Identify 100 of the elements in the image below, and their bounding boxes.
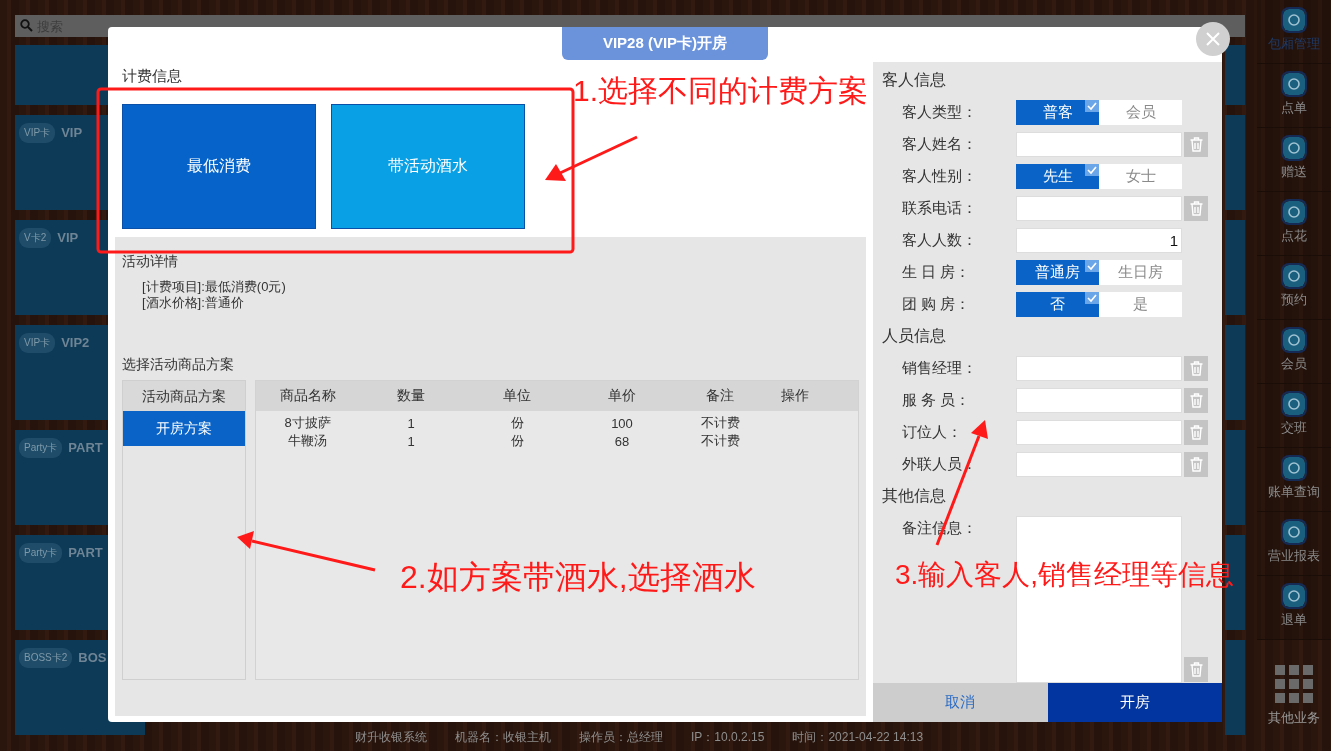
field-label: 客人类型： <box>902 102 978 122</box>
field-label: 客人人数： <box>902 230 978 250</box>
check-icon <box>1085 259 1099 272</box>
clear-button[interactable] <box>1184 131 1208 157</box>
room-name: PART <box>68 544 103 560</box>
cancel-button[interactable]: 取消 <box>873 683 1048 722</box>
sidebar-item[interactable]: 交班 <box>1257 384 1331 448</box>
column-header: 单价 <box>607 387 637 405</box>
input-field[interactable] <box>1016 355 1182 381</box>
toggle-option[interactable]: 普客 <box>1016 99 1099 125</box>
field-label: 外联人员： <box>902 454 978 474</box>
table-cell-text: 1 <box>406 433 416 449</box>
column-header: 操作 <box>780 387 810 405</box>
input-field[interactable]: 1 <box>1016 227 1182 253</box>
column-header: 备注 <box>705 387 735 405</box>
check-icon <box>1085 163 1099 176</box>
table-cell-text: 100 <box>610 415 634 431</box>
sidebar-item[interactable]: 会员 <box>1257 320 1331 384</box>
status-text: 财升收银系统 <box>355 728 427 746</box>
list-header: 活动商品方案 <box>123 381 245 411</box>
table-cell-text: 1 <box>406 415 416 431</box>
toggle-option[interactable]: 女士 <box>1099 163 1182 189</box>
column-header: 商品名称 <box>278 387 337 405</box>
section-heading: 客人信息 <box>881 70 947 90</box>
room-name: PART <box>68 439 103 455</box>
check-icon <box>1085 291 1099 304</box>
clear-button[interactable] <box>1184 419 1208 445</box>
toggle-option[interactable]: 否 <box>1016 291 1099 317</box>
more-button[interactable]: 其他业务 <box>1257 665 1331 751</box>
tile-icon <box>1283 265 1305 287</box>
clear-button[interactable] <box>1184 657 1208 682</box>
annotation-text: 1.选择不同的计费方案 <box>573 73 869 109</box>
toggle-option[interactable]: 生日房 <box>1099 259 1182 285</box>
toggle-option[interactable]: 是 <box>1099 291 1182 317</box>
tile-icon <box>1283 457 1305 479</box>
detail-text: [计费项目]:最低消费(0元) <box>142 279 287 295</box>
column-header: 数量 <box>396 387 426 405</box>
card-badge: Party卡 <box>19 543 63 563</box>
room-name: VIP <box>57 229 79 245</box>
trash-icon <box>1189 136 1203 152</box>
field-label: 生 日 房： <box>902 262 972 282</box>
input-field[interactable] <box>1016 419 1182 445</box>
close-icon <box>1206 32 1220 46</box>
field-label: 销售经理： <box>902 358 978 378</box>
room-name: VIP <box>61 124 83 140</box>
table-cell-text: 份 <box>509 432 525 450</box>
tile-icon <box>1283 521 1305 543</box>
input-field[interactable] <box>1016 451 1182 477</box>
toggle-option[interactable]: 先生 <box>1016 163 1099 189</box>
annotation-text: 2.如方案带酒水,选择酒水 <box>400 558 756 597</box>
sidebar-item[interactable]: 账单查询 <box>1257 448 1331 512</box>
trash-icon <box>1189 392 1203 408</box>
field-label: 客人性别： <box>902 166 978 186</box>
table-cell-text: 不计费 <box>699 432 741 450</box>
input-field[interactable] <box>1016 387 1182 413</box>
billing-plan-button[interactable]: 最低消费 <box>122 104 316 229</box>
billing-plan-button[interactable]: 带活动酒水 <box>331 104 525 229</box>
field-label: 联系电话： <box>902 198 978 218</box>
input-field[interactable] <box>1016 131 1182 157</box>
card-badge: VIP卡 <box>19 123 56 143</box>
sidebar-item[interactable]: 赠送 <box>1257 128 1331 192</box>
card-badge: Party卡 <box>19 438 63 458</box>
toggle-option[interactable]: 会员 <box>1099 99 1182 125</box>
room-name: BOS <box>78 649 107 665</box>
detail-text: [酒水价格]:普通价 <box>142 295 245 311</box>
section-heading: 其他信息 <box>881 486 947 506</box>
column-header: 单位 <box>502 387 532 405</box>
plan-list-item[interactable]: 开房方案 <box>123 411 245 446</box>
tile-icon <box>1283 73 1305 95</box>
clear-button[interactable] <box>1184 195 1208 221</box>
table-cell-text: 68 <box>613 433 631 449</box>
card-badge: BOSS卡2 <box>19 648 73 668</box>
section-heading: 计费信息 <box>122 67 183 85</box>
sidebar-item[interactable]: 点花 <box>1257 192 1331 256</box>
table-cell-text: 不计费 <box>699 414 741 432</box>
tile-icon <box>1283 9 1305 31</box>
section-heading: 人员信息 <box>881 326 947 346</box>
tile-icon <box>1283 393 1305 415</box>
table-cell-text: 牛鞭汤 <box>287 432 328 450</box>
trash-icon <box>1189 360 1203 376</box>
clear-button[interactable] <box>1184 355 1208 381</box>
card-badge: V卡2 <box>19 228 52 248</box>
input-field[interactable] <box>1016 195 1182 221</box>
status-text: 机器名：收银主机 <box>455 728 551 746</box>
trash-icon <box>1189 456 1203 472</box>
sidebar-item[interactable]: 营业报表 <box>1257 512 1331 576</box>
trash-icon <box>1189 200 1203 216</box>
table-cell-text: 8寸披萨 <box>283 414 332 432</box>
open-room-button[interactable]: 开房 <box>1047 683 1222 722</box>
trash-icon <box>1189 424 1203 440</box>
field-label: 客人姓名： <box>902 134 978 154</box>
toggle-option[interactable]: 普通房 <box>1016 259 1099 285</box>
sidebar-item[interactable]: 预约 <box>1257 256 1331 320</box>
field-label: 团 购 房： <box>902 294 972 314</box>
clear-button[interactable] <box>1184 451 1208 477</box>
sidebar-item[interactable]: 点单 <box>1257 64 1331 128</box>
dialog-title: VIP28 (VIP卡)开房 <box>562 27 768 60</box>
clear-button[interactable] <box>1184 387 1208 413</box>
sidebar-item[interactable]: 退单 <box>1257 576 1331 640</box>
field-label: 订位人： <box>902 422 963 442</box>
